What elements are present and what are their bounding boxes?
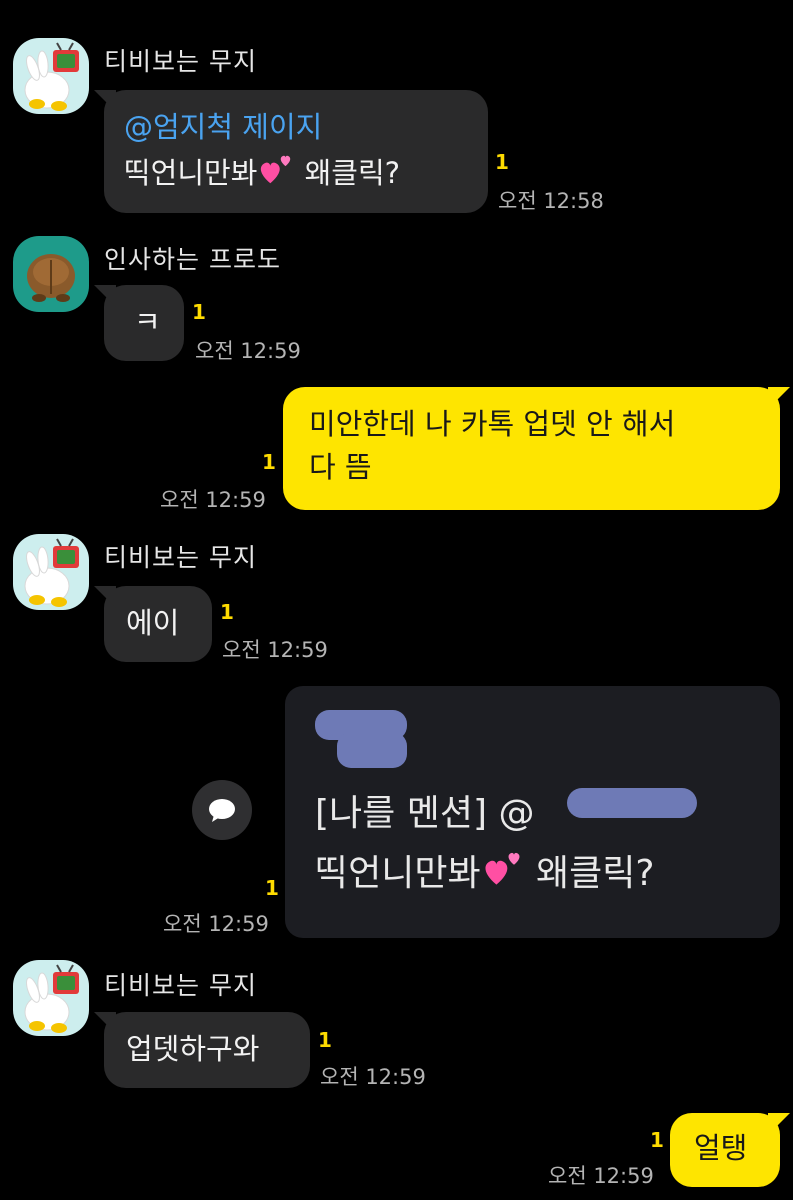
message-time: 오전 12:58: [498, 189, 604, 213]
two-hearts-icon: [257, 149, 295, 187]
message-text: 에이: [126, 606, 180, 640]
message-time: 오전 12:59: [320, 1065, 426, 1089]
muzi-avatar-icon: [13, 534, 89, 610]
unread-count: 1: [265, 876, 279, 900]
unread-count: 1: [318, 1028, 332, 1052]
avatar[interactable]: [13, 534, 89, 610]
unread-count: 1: [650, 1128, 664, 1152]
image-message[interactable]: [나를 멘션] @ 띡언니만봐 왜클릭?: [285, 686, 780, 938]
message-time: 오전 12:59: [160, 488, 266, 512]
message-text: 얼탱: [694, 1131, 748, 1165]
message-time: 오전 12:59: [195, 339, 301, 363]
frodo-avatar-icon: [13, 236, 89, 312]
image-text-line: 띡언니만봐 왜클릭?: [315, 844, 655, 896]
sender-name: 티비보는 무지: [104, 47, 257, 76]
sender-name: 티비보는 무지: [104, 971, 257, 1000]
blurred-mention: [567, 788, 697, 818]
unread-count: 1: [262, 450, 276, 474]
sender-name: 인사하는 프로도: [104, 245, 281, 274]
message-time: 오전 12:59: [548, 1164, 654, 1188]
unread-count: 1: [495, 150, 509, 174]
unread-count: 1: [220, 600, 234, 624]
blurred-name: [337, 732, 407, 768]
message-bubble[interactable]: 얼탱: [670, 1113, 790, 1187]
message-text: ㅋ: [134, 305, 161, 339]
message-bubble[interactable]: @엄지척 제이지 띡언니만봐 왜클릭?: [94, 90, 488, 213]
muzi-avatar-icon: [13, 38, 89, 114]
message-text: 업뎃하구와: [126, 1032, 260, 1066]
avatar[interactable]: [13, 38, 89, 114]
message-text: 띡언니만봐 왜클릭?: [124, 149, 488, 195]
avatar[interactable]: [13, 236, 89, 312]
mention-text[interactable]: @엄지척 제이지: [124, 106, 488, 149]
avatar[interactable]: [13, 960, 89, 1036]
message-bubble[interactable]: 미안한데 나 카톡 업뎃 안 해서 다 뜸: [283, 387, 790, 510]
share-button[interactable]: [192, 780, 252, 840]
two-hearts-icon: [481, 845, 525, 889]
message-bubble[interactable]: 업뎃하구와: [94, 1012, 310, 1088]
image-text-line: [나를 멘션] @: [315, 793, 535, 834]
message-bubble[interactable]: 에이: [94, 586, 212, 662]
message-bubble[interactable]: ㅋ: [94, 285, 184, 361]
message-text: 다 뜸: [309, 450, 372, 484]
message-time: 오전 12:59: [163, 912, 269, 936]
speech-bubble-icon: [209, 799, 235, 822]
message-time: 오전 12:59: [222, 638, 328, 662]
sender-name: 티비보는 무지: [104, 543, 257, 572]
message-text: 미안한데 나 카톡 업뎃 안 해서: [309, 407, 676, 441]
muzi-avatar-icon: [13, 960, 89, 1036]
unread-count: 1: [192, 300, 206, 324]
